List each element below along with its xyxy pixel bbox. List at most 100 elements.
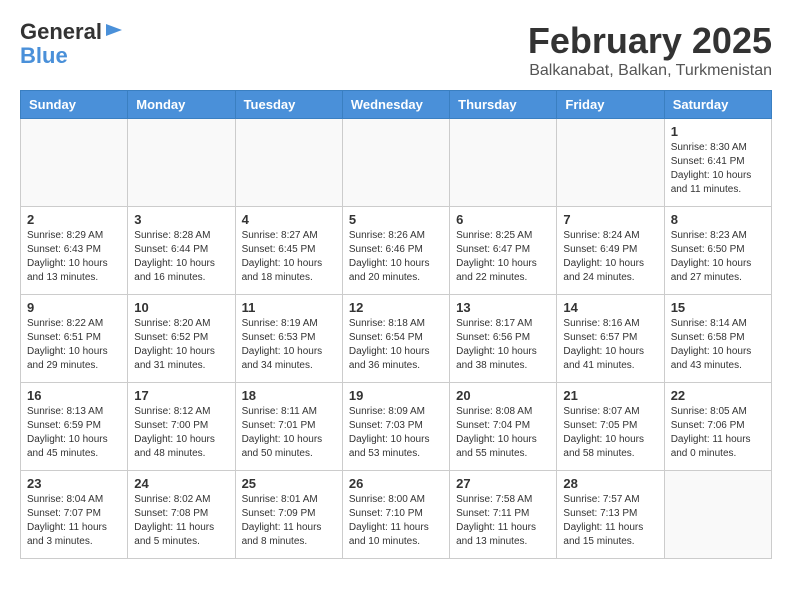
day-number: 27 (456, 476, 550, 491)
day-number: 14 (563, 300, 657, 315)
day-info: Sunrise: 8:24 AM Sunset: 6:49 PM Dayligh… (563, 229, 657, 285)
day-number: 25 (242, 476, 336, 491)
day-info: Sunrise: 8:16 AM Sunset: 6:57 PM Dayligh… (563, 317, 657, 373)
day-info: Sunrise: 8:04 AM Sunset: 7:07 PM Dayligh… (27, 493, 121, 549)
calendar-cell: 17 Sunrise: 8:12 AM Sunset: 7:00 PM Dayli… (128, 383, 235, 471)
calendar-header-row: SundayMondayTuesdayWednesdayThursdayFrid… (21, 91, 772, 119)
calendar-week-row: 23 Sunrise: 8:04 AM Sunset: 7:07 PM Dayli… (21, 471, 772, 559)
logo: General Blue (20, 20, 124, 68)
calendar-cell (342, 119, 449, 207)
calendar-cell: 27 Sunrise: 7:58 AM Sunset: 7:11 PM Dayli… (450, 471, 557, 559)
day-number: 8 (671, 212, 765, 227)
weekday-header-saturday: Saturday (664, 91, 771, 119)
weekday-header-sunday: Sunday (21, 91, 128, 119)
day-number: 12 (349, 300, 443, 315)
calendar-table: SundayMondayTuesdayWednesdayThursdayFrid… (20, 90, 772, 559)
month-title: February 2025 (528, 20, 772, 62)
day-number: 11 (242, 300, 336, 315)
calendar-cell: 3Sunrise: 8:28 AM Sunset: 6:44 PM Daylig… (128, 207, 235, 295)
day-number: 17 (134, 388, 228, 403)
title-area: February 2025 Balkanabat, Balkan, Turkme… (528, 20, 772, 80)
day-info: Sunrise: 8:19 AM Sunset: 6:53 PM Dayligh… (242, 317, 336, 373)
calendar-cell (450, 119, 557, 207)
calendar-week-row: 9 Sunrise: 8:22 AM Sunset: 6:51 PM Daylig… (21, 295, 772, 383)
day-info: Sunrise: 8:11 AM Sunset: 7:01 PM Dayligh… (242, 405, 336, 461)
day-number: 6 (456, 212, 550, 227)
day-info: Sunrise: 8:00 AM Sunset: 7:10 PM Dayligh… (349, 493, 443, 549)
day-number: 2 (27, 212, 121, 227)
calendar-cell: 19 Sunrise: 8:09 AM Sunset: 7:03 PM Dayli… (342, 383, 449, 471)
day-info: Sunrise: 8:30 AM Sunset: 6:41 PM Dayligh… (671, 141, 765, 197)
calendar-cell: 24 Sunrise: 8:02 AM Sunset: 7:08 PM Dayli… (128, 471, 235, 559)
day-info: Sunrise: 8:02 AM Sunset: 7:08 PM Dayligh… (134, 493, 228, 549)
day-number: 16 (27, 388, 121, 403)
day-info: Sunrise: 8:25 AM Sunset: 6:47 PM Dayligh… (456, 229, 550, 285)
day-info: Sunrise: 8:22 AM Sunset: 6:51 PM Dayligh… (27, 317, 121, 373)
day-info: Sunrise: 8:23 AM Sunset: 6:50 PM Dayligh… (671, 229, 765, 285)
day-number: 7 (563, 212, 657, 227)
day-number: 24 (134, 476, 228, 491)
day-info: Sunrise: 8:09 AM Sunset: 7:03 PM Dayligh… (349, 405, 443, 461)
logo-flag-icon (104, 22, 124, 42)
calendar-cell: 9 Sunrise: 8:22 AM Sunset: 6:51 PM Daylig… (21, 295, 128, 383)
calendar-cell: 26 Sunrise: 8:00 AM Sunset: 7:10 PM Dayli… (342, 471, 449, 559)
calendar-cell: 8 Sunrise: 8:23 AM Sunset: 6:50 PM Daylig… (664, 207, 771, 295)
calendar-cell: 12 Sunrise: 8:18 AM Sunset: 6:54 PM Dayli… (342, 295, 449, 383)
weekday-header-thursday: Thursday (450, 91, 557, 119)
day-number: 13 (456, 300, 550, 315)
calendar-cell: 18 Sunrise: 8:11 AM Sunset: 7:01 PM Dayli… (235, 383, 342, 471)
day-info: Sunrise: 8:08 AM Sunset: 7:04 PM Dayligh… (456, 405, 550, 461)
day-info: Sunrise: 8:01 AM Sunset: 7:09 PM Dayligh… (242, 493, 336, 549)
location-title: Balkanabat, Balkan, Turkmenistan (528, 62, 772, 80)
calendar-week-row: 16 Sunrise: 8:13 AM Sunset: 6:59 PM Dayli… (21, 383, 772, 471)
day-number: 22 (671, 388, 765, 403)
day-info: Sunrise: 8:29 AM Sunset: 6:43 PM Dayligh… (27, 229, 121, 285)
day-number: 15 (671, 300, 765, 315)
day-number: 5 (349, 212, 443, 227)
day-info: Sunrise: 8:05 AM Sunset: 7:06 PM Dayligh… (671, 405, 765, 461)
day-info: Sunrise: 8:27 AM Sunset: 6:45 PM Dayligh… (242, 229, 336, 285)
calendar-cell: 4 Sunrise: 8:27 AM Sunset: 6:45 PM Daylig… (235, 207, 342, 295)
calendar-cell: 23 Sunrise: 8:04 AM Sunset: 7:07 PM Dayli… (21, 471, 128, 559)
calendar-cell (557, 119, 664, 207)
calendar-cell (21, 119, 128, 207)
logo-blue-text: Blue (20, 44, 68, 68)
day-info: Sunrise: 7:58 AM Sunset: 7:11 PM Dayligh… (456, 493, 550, 549)
day-info: Sunrise: 8:07 AM Sunset: 7:05 PM Dayligh… (563, 405, 657, 461)
calendar-cell: 25 Sunrise: 8:01 AM Sunset: 7:09 PM Dayli… (235, 471, 342, 559)
day-number: 18 (242, 388, 336, 403)
calendar-cell: 16 Sunrise: 8:13 AM Sunset: 6:59 PM Dayli… (21, 383, 128, 471)
day-number: 9 (27, 300, 121, 315)
day-info: Sunrise: 8:26 AM Sunset: 6:46 PM Dayligh… (349, 229, 443, 285)
day-info: Sunrise: 8:20 AM Sunset: 6:52 PM Dayligh… (134, 317, 228, 373)
weekday-header-wednesday: Wednesday (342, 91, 449, 119)
day-number: 10 (134, 300, 228, 315)
page-header: General Blue February 2025 Balkanabat, B… (20, 20, 772, 80)
day-info: Sunrise: 8:13 AM Sunset: 6:59 PM Dayligh… (27, 405, 121, 461)
day-info: Sunrise: 8:12 AM Sunset: 7:00 PM Dayligh… (134, 405, 228, 461)
calendar-cell (664, 471, 771, 559)
calendar-cell: 28Sunrise: 7:57 AM Sunset: 7:13 PM Dayli… (557, 471, 664, 559)
calendar-cell: 2 Sunrise: 8:29 AM Sunset: 6:43 PM Daylig… (21, 207, 128, 295)
calendar-cell: 20 Sunrise: 8:08 AM Sunset: 7:04 PM Dayli… (450, 383, 557, 471)
calendar-cell: 1Sunrise: 8:30 AM Sunset: 6:41 PM Daylig… (664, 119, 771, 207)
weekday-header-monday: Monday (128, 91, 235, 119)
day-info: Sunrise: 8:17 AM Sunset: 6:56 PM Dayligh… (456, 317, 550, 373)
day-number: 19 (349, 388, 443, 403)
day-number: 20 (456, 388, 550, 403)
calendar-cell: 10 Sunrise: 8:20 AM Sunset: 6:52 PM Dayli… (128, 295, 235, 383)
day-number: 26 (349, 476, 443, 491)
calendar-cell: 15Sunrise: 8:14 AM Sunset: 6:58 PM Dayli… (664, 295, 771, 383)
weekday-header-friday: Friday (557, 91, 664, 119)
calendar-cell: 5 Sunrise: 8:26 AM Sunset: 6:46 PM Daylig… (342, 207, 449, 295)
calendar-cell: 14 Sunrise: 8:16 AM Sunset: 6:57 PM Dayli… (557, 295, 664, 383)
day-number: 23 (27, 476, 121, 491)
day-info: Sunrise: 8:18 AM Sunset: 6:54 PM Dayligh… (349, 317, 443, 373)
logo-general-text: General (20, 20, 102, 44)
calendar-cell: 11 Sunrise: 8:19 AM Sunset: 6:53 PM Dayli… (235, 295, 342, 383)
calendar-cell: 6 Sunrise: 8:25 AM Sunset: 6:47 PM Daylig… (450, 207, 557, 295)
day-info: Sunrise: 8:28 AM Sunset: 6:44 PM Dayligh… (134, 229, 228, 285)
day-number: 4 (242, 212, 336, 227)
day-number: 28 (563, 476, 657, 491)
calendar-cell: 7 Sunrise: 8:24 AM Sunset: 6:49 PM Daylig… (557, 207, 664, 295)
